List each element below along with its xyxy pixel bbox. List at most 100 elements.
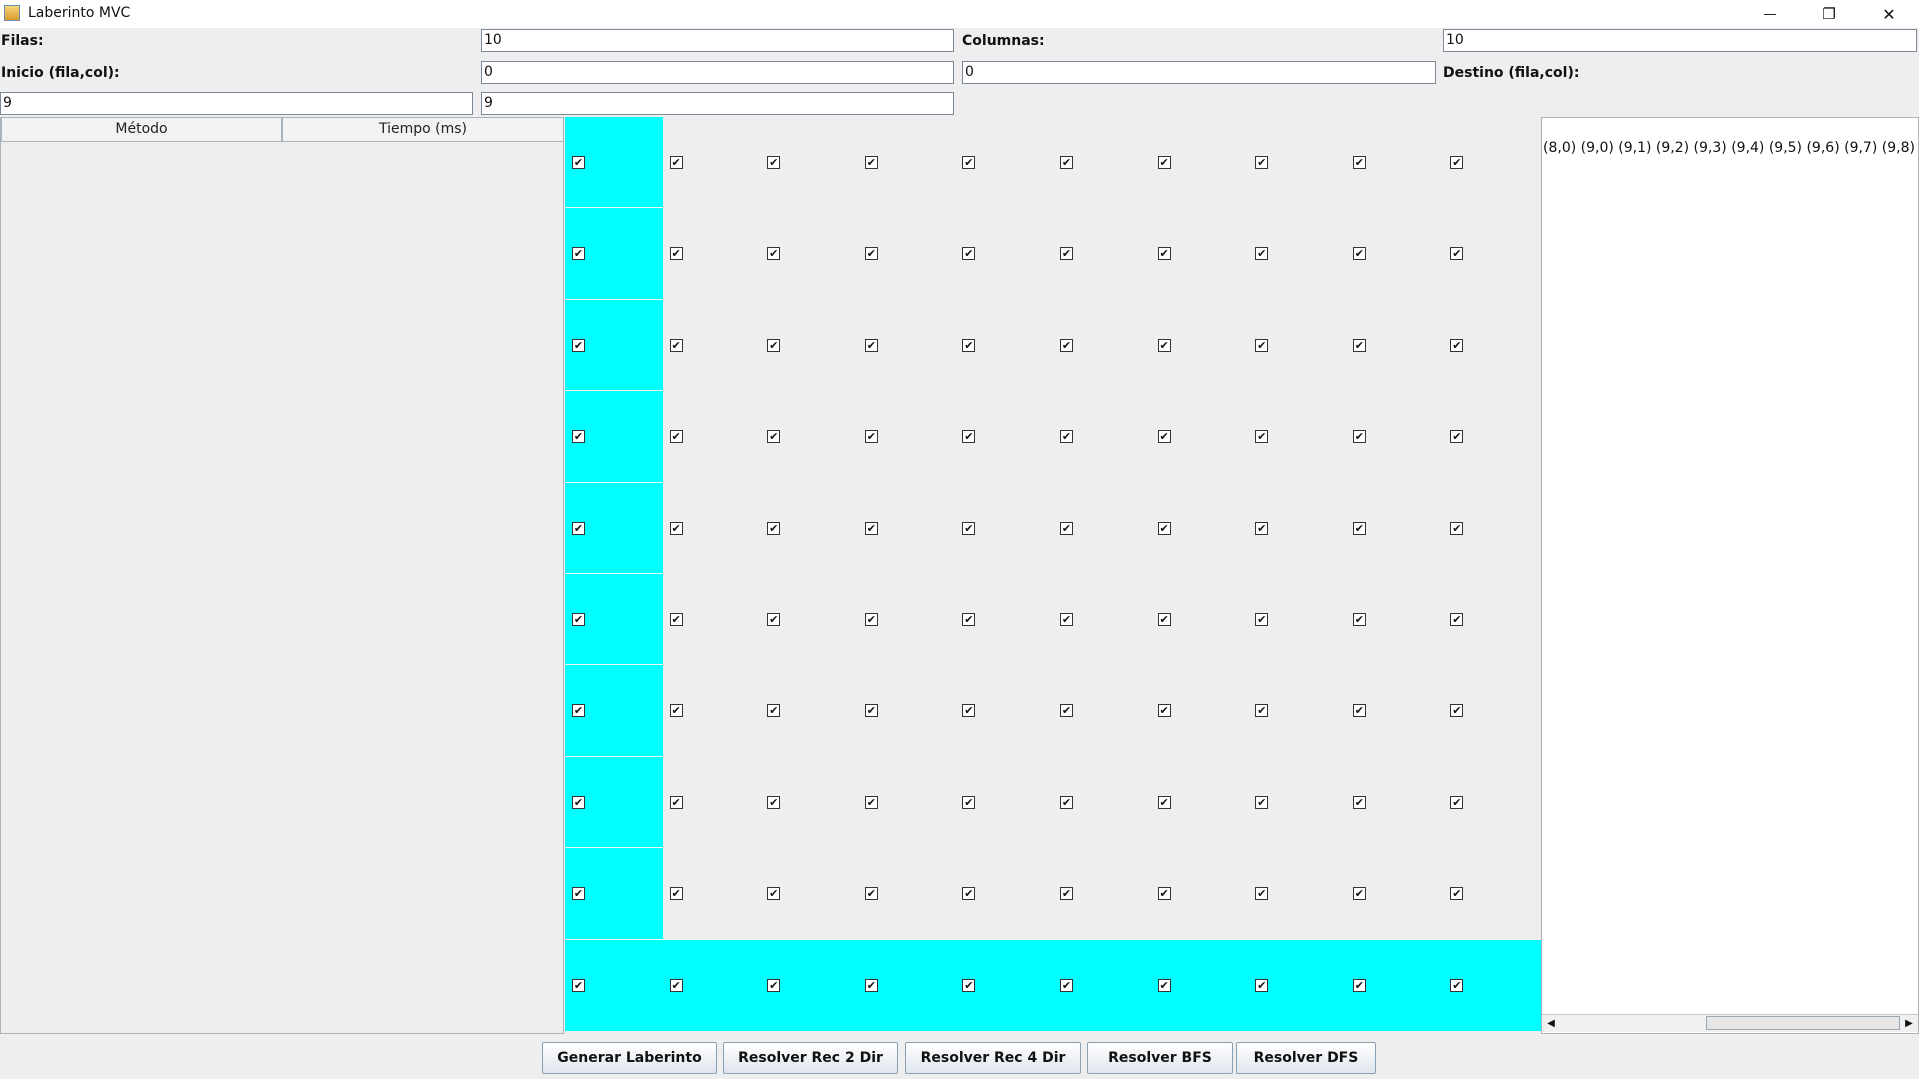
maze-cell-checkbox[interactable]: ✔ (1450, 795, 1464, 809)
maze-cell-checkbox[interactable]: ✔ (864, 978, 878, 992)
maze-cell-checkbox[interactable]: ✔ (864, 338, 878, 352)
maze-cell-checkbox[interactable]: ✔ (1352, 430, 1366, 444)
maze-cell-checkbox[interactable]: ✔ (962, 338, 976, 352)
maze-cell-checkbox[interactable]: ✔ (864, 430, 878, 444)
maze-cell-checkbox[interactable]: ✔ (669, 704, 683, 718)
maze-cell-checkbox[interactable]: ✔ (1352, 613, 1366, 626)
maze-cell-checkbox[interactable]: ✔ (572, 613, 585, 626)
maze-cell-checkbox[interactable]: ✔ (1157, 978, 1171, 992)
maze-cell-checkbox[interactable]: ✔ (1157, 521, 1171, 535)
scrollbar-thumb[interactable] (1706, 1016, 1900, 1030)
maze-cell-checkbox[interactable]: ✔ (962, 521, 976, 535)
maze-cell-checkbox[interactable]: ✔ (1255, 795, 1269, 809)
maze-cell-checkbox[interactable]: ✔ (572, 156, 585, 169)
maze-cell-checkbox[interactable]: ✔ (1352, 521, 1366, 535)
resolver-bfs-button[interactable]: Resolver BFS (1087, 1042, 1233, 1074)
maze-cell-checkbox[interactable]: ✔ (767, 430, 781, 444)
maze-cell-checkbox[interactable]: ✔ (1157, 430, 1171, 444)
maze-cell-checkbox[interactable]: ✔ (864, 704, 878, 718)
maze-cell-checkbox[interactable]: ✔ (767, 521, 781, 535)
destino-col-field[interactable]: 9 (481, 92, 954, 115)
maze-cell-checkbox[interactable]: ✔ (1255, 247, 1269, 261)
maze-cell-checkbox[interactable]: ✔ (572, 247, 585, 261)
maze-cell-checkbox[interactable]: ✔ (1255, 156, 1269, 169)
maze-cell-checkbox[interactable]: ✔ (1255, 521, 1269, 535)
maze-cell-checkbox[interactable]: ✔ (1352, 887, 1366, 901)
maze-cell-checkbox[interactable]: ✔ (767, 156, 781, 169)
path-output-area[interactable] (1541, 117, 1919, 1034)
maze-cell-checkbox[interactable]: ✔ (962, 978, 976, 992)
maze-cell-checkbox[interactable]: ✔ (1450, 156, 1464, 169)
maze-cell-checkbox[interactable]: ✔ (962, 887, 976, 901)
maze-cell-checkbox[interactable]: ✔ (669, 795, 683, 809)
maze-cell-checkbox[interactable]: ✔ (962, 704, 976, 718)
inicio-fila-field[interactable]: 0 (481, 61, 954, 84)
minimize-button[interactable]: — (1741, 0, 1799, 28)
maze-cell-checkbox[interactable]: ✔ (1352, 156, 1366, 169)
maze-cell-checkbox[interactable]: ✔ (1450, 521, 1464, 535)
maze-cell-checkbox[interactable]: ✔ (864, 613, 878, 626)
maze-cell-checkbox[interactable]: ✔ (1060, 247, 1073, 261)
maze-cell-checkbox[interactable]: ✔ (1060, 156, 1073, 169)
maze-cell-checkbox[interactable]: ✔ (572, 795, 585, 809)
maze-cell-checkbox[interactable]: ✔ (864, 795, 878, 809)
maze-cell-checkbox[interactable]: ✔ (767, 338, 781, 352)
maze-cell-checkbox[interactable]: ✔ (1060, 887, 1073, 901)
maze-cell-checkbox[interactable]: ✔ (1060, 521, 1073, 535)
maze-cell-checkbox[interactable]: ✔ (1157, 887, 1171, 901)
maze-cell-checkbox[interactable]: ✔ (669, 613, 683, 626)
maze-cell-checkbox[interactable]: ✔ (1060, 430, 1073, 444)
maze-cell-checkbox[interactable]: ✔ (572, 704, 585, 718)
maze-cell-checkbox[interactable]: ✔ (962, 156, 976, 169)
close-button[interactable]: ✕ (1860, 0, 1918, 28)
results-table[interactable] (0, 117, 564, 1034)
maze-cell-checkbox[interactable]: ✔ (962, 795, 976, 809)
maze-cell-checkbox[interactable]: ✔ (1255, 613, 1269, 626)
maze-cell-checkbox[interactable]: ✔ (1352, 247, 1366, 261)
maze-cell-checkbox[interactable]: ✔ (767, 795, 781, 809)
maze-cell-checkbox[interactable]: ✔ (1060, 338, 1073, 352)
generar-laberinto-button[interactable]: Generar Laberinto (542, 1042, 717, 1074)
resolver-dfs-button[interactable]: Resolver DFS (1236, 1042, 1376, 1074)
maze-cell-checkbox[interactable]: ✔ (1157, 795, 1171, 809)
maze-cell-checkbox[interactable]: ✔ (669, 156, 683, 169)
maze-cell-checkbox[interactable]: ✔ (864, 156, 878, 169)
destino-fila-field[interactable]: 9 (0, 92, 473, 115)
maze-cell-checkbox[interactable]: ✔ (572, 430, 585, 444)
maze-cell-checkbox[interactable]: ✔ (1060, 978, 1073, 992)
maze-cell-checkbox[interactable]: ✔ (669, 887, 683, 901)
maze-cell-checkbox[interactable]: ✔ (572, 521, 585, 535)
maze-cell-checkbox[interactable]: ✔ (1450, 613, 1464, 626)
maze-cell-checkbox[interactable]: ✔ (572, 338, 585, 352)
maze-cell-checkbox[interactable]: ✔ (864, 247, 878, 261)
maze-cell-checkbox[interactable]: ✔ (669, 978, 683, 992)
maze-cell-checkbox[interactable]: ✔ (1255, 430, 1269, 444)
maze-cell-checkbox[interactable]: ✔ (1352, 978, 1366, 992)
maze-cell-checkbox[interactable]: ✔ (1255, 978, 1269, 992)
maze-cell-checkbox[interactable]: ✔ (1157, 704, 1171, 718)
restore-button[interactable]: ❐ (1800, 0, 1858, 28)
maze-cell-checkbox[interactable]: ✔ (1060, 704, 1073, 718)
maze-cell-checkbox[interactable]: ✔ (864, 521, 878, 535)
column-header-tiempo[interactable]: Tiempo (ms) (282, 117, 564, 142)
maze-cell-checkbox[interactable]: ✔ (1450, 430, 1464, 444)
maze-cell-checkbox[interactable]: ✔ (767, 247, 781, 261)
maze-cell-checkbox[interactable]: ✔ (962, 247, 976, 261)
maze-cell-checkbox[interactable]: ✔ (1352, 795, 1366, 809)
maze-cell-checkbox[interactable]: ✔ (572, 887, 585, 901)
maze-cell-checkbox[interactable]: ✔ (962, 430, 976, 444)
maze-cell-checkbox[interactable]: ✔ (1255, 338, 1269, 352)
inicio-col-field[interactable]: 0 (962, 61, 1436, 84)
maze-cell-checkbox[interactable]: ✔ (767, 978, 781, 992)
maze-cell-checkbox[interactable]: ✔ (1450, 887, 1464, 901)
scroll-left-icon[interactable]: ◀ (1543, 1015, 1559, 1031)
column-header-metodo[interactable]: Método (1, 117, 282, 142)
filas-field[interactable]: 10 (481, 29, 954, 52)
maze-cell-checkbox[interactable]: ✔ (1450, 247, 1464, 261)
maze-cell-checkbox[interactable]: ✔ (1060, 795, 1073, 809)
columnas-field[interactable]: 10 (1443, 29, 1917, 52)
maze-cell-checkbox[interactable]: ✔ (1060, 613, 1073, 626)
maze-cell-checkbox[interactable]: ✔ (669, 430, 683, 444)
maze-cell-checkbox[interactable]: ✔ (669, 247, 683, 261)
maze-cell-checkbox[interactable]: ✔ (1450, 338, 1464, 352)
